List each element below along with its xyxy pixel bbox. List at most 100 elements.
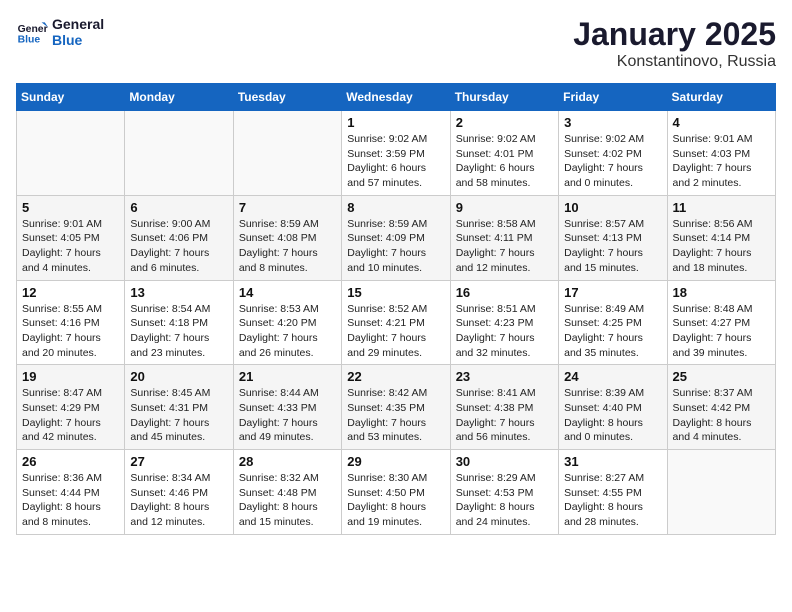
- day-info: Sunrise: 9:02 AM Sunset: 4:02 PM Dayligh…: [564, 132, 661, 191]
- day-info: Sunrise: 9:00 AM Sunset: 4:06 PM Dayligh…: [130, 217, 227, 276]
- logo: General Blue General Blue: [16, 16, 104, 48]
- day-info: Sunrise: 9:02 AM Sunset: 4:01 PM Dayligh…: [456, 132, 553, 191]
- day-number: 21: [239, 369, 336, 384]
- day-info: Sunrise: 8:52 AM Sunset: 4:21 PM Dayligh…: [347, 302, 444, 361]
- day-number: 25: [673, 369, 770, 384]
- day-info: Sunrise: 8:54 AM Sunset: 4:18 PM Dayligh…: [130, 302, 227, 361]
- calendar: SundayMondayTuesdayWednesdayThursdayFrid…: [16, 83, 776, 535]
- day-info: Sunrise: 8:56 AM Sunset: 4:14 PM Dayligh…: [673, 217, 770, 276]
- calendar-cell: 3 Sunrise: 9:02 AM Sunset: 4:02 PM Daylig…: [559, 111, 667, 196]
- week-row-4: 19Sunrise: 8:47 AM Sunset: 4:29 PM Dayli…: [17, 365, 776, 450]
- day-info: Sunrise: 8:55 AM Sunset: 4:16 PM Dayligh…: [22, 302, 119, 361]
- day-info: Sunrise: 9:01 AM Sunset: 4:03 PM Dayligh…: [673, 132, 770, 191]
- calendar-cell: 4 Sunrise: 9:01 AM Sunset: 4:03 PM Daylig…: [667, 111, 775, 196]
- day-info: Sunrise: 8:41 AM Sunset: 4:38 PM Dayligh…: [456, 386, 553, 445]
- day-info: Sunrise: 8:45 AM Sunset: 4:31 PM Dayligh…: [130, 386, 227, 445]
- day-number: 10: [564, 200, 661, 215]
- day-number: 28: [239, 454, 336, 469]
- day-info: Sunrise: 9:02 AM Sunset: 3:59 PM Dayligh…: [347, 132, 444, 191]
- day-info: Sunrise: 8:59 AM Sunset: 4:08 PM Dayligh…: [239, 217, 336, 276]
- day-info: Sunrise: 8:36 AM Sunset: 4:44 PM Dayligh…: [22, 471, 119, 530]
- day-info: Sunrise: 8:34 AM Sunset: 4:46 PM Dayligh…: [130, 471, 227, 530]
- day-number: 1: [347, 115, 444, 130]
- calendar-cell: 5 Sunrise: 9:01 AM Sunset: 4:05 PM Daylig…: [17, 195, 125, 280]
- weekday-header-monday: Monday: [125, 84, 233, 111]
- calendar-cell: 20 Sunrise: 8:45 AM Sunset: 4:31 PM Dayli…: [125, 365, 233, 450]
- day-info: Sunrise: 8:57 AM Sunset: 4:13 PM Dayligh…: [564, 217, 661, 276]
- calendar-cell: 22Sunrise: 8:42 AM Sunset: 4:35 PM Dayli…: [342, 365, 450, 450]
- calendar-cell: 6Sunrise: 9:00 AM Sunset: 4:06 PM Daylig…: [125, 195, 233, 280]
- calendar-cell: [233, 111, 341, 196]
- day-number: 2: [456, 115, 553, 130]
- calendar-cell: 21 Sunrise: 8:44 AM Sunset: 4:33 PM Dayli…: [233, 365, 341, 450]
- day-number: 31: [564, 454, 661, 469]
- calendar-cell: 18 Sunrise: 8:48 AM Sunset: 4:27 PM Dayli…: [667, 280, 775, 365]
- day-info: Sunrise: 8:48 AM Sunset: 4:27 PM Dayligh…: [673, 302, 770, 361]
- calendar-cell: [125, 111, 233, 196]
- day-number: 14: [239, 285, 336, 300]
- day-number: 4: [673, 115, 770, 130]
- calendar-cell: 24Sunrise: 8:39 AM Sunset: 4:40 PM Dayli…: [559, 365, 667, 450]
- logo-line2: Blue: [52, 32, 104, 48]
- calendar-cell: 17Sunrise: 8:49 AM Sunset: 4:25 PM Dayli…: [559, 280, 667, 365]
- calendar-cell: 27 Sunrise: 8:34 AM Sunset: 4:46 PM Dayli…: [125, 450, 233, 535]
- calendar-cell: 2 Sunrise: 9:02 AM Sunset: 4:01 PM Daylig…: [450, 111, 558, 196]
- calendar-cell: 29Sunrise: 8:30 AM Sunset: 4:50 PM Dayli…: [342, 450, 450, 535]
- calendar-cell: 25 Sunrise: 8:37 AM Sunset: 4:42 PM Dayli…: [667, 365, 775, 450]
- svg-text:General: General: [18, 24, 48, 35]
- day-info: Sunrise: 9:01 AM Sunset: 4:05 PM Dayligh…: [22, 217, 119, 276]
- day-number: 27: [130, 454, 227, 469]
- day-number: 7: [239, 200, 336, 215]
- calendar-cell: 10 Sunrise: 8:57 AM Sunset: 4:13 PM Dayli…: [559, 195, 667, 280]
- day-number: 22: [347, 369, 444, 384]
- subtitle: Konstantinovo, Russia: [573, 53, 776, 71]
- main-title: January 2025: [573, 16, 776, 53]
- week-row-3: 12 Sunrise: 8:55 AM Sunset: 4:16 PM Dayli…: [17, 280, 776, 365]
- week-row-1: 1 Sunrise: 9:02 AM Sunset: 3:59 PM Daylig…: [17, 111, 776, 196]
- day-number: 11: [673, 200, 770, 215]
- day-info: Sunrise: 8:49 AM Sunset: 4:25 PM Dayligh…: [564, 302, 661, 361]
- day-number: 20: [130, 369, 227, 384]
- day-number: 13: [130, 285, 227, 300]
- day-number: 18: [673, 285, 770, 300]
- page-header: General Blue General Blue January 2025 K…: [16, 16, 776, 71]
- day-number: 24: [564, 369, 661, 384]
- calendar-cell: 7 Sunrise: 8:59 AM Sunset: 4:08 PM Daylig…: [233, 195, 341, 280]
- day-number: 16: [456, 285, 553, 300]
- title-block: January 2025 Konstantinovo, Russia: [573, 16, 776, 71]
- weekday-header-thursday: Thursday: [450, 84, 558, 111]
- logo-icon: General Blue: [16, 16, 48, 48]
- week-row-5: 26 Sunrise: 8:36 AM Sunset: 4:44 PM Dayli…: [17, 450, 776, 535]
- day-number: 9: [456, 200, 553, 215]
- day-number: 26: [22, 454, 119, 469]
- calendar-cell: [667, 450, 775, 535]
- calendar-cell: 28Sunrise: 8:32 AM Sunset: 4:48 PM Dayli…: [233, 450, 341, 535]
- day-number: 23: [456, 369, 553, 384]
- calendar-cell: 9Sunrise: 8:58 AM Sunset: 4:11 PM Daylig…: [450, 195, 558, 280]
- calendar-cell: 12 Sunrise: 8:55 AM Sunset: 4:16 PM Dayli…: [17, 280, 125, 365]
- weekday-header-tuesday: Tuesday: [233, 84, 341, 111]
- day-info: Sunrise: 8:44 AM Sunset: 4:33 PM Dayligh…: [239, 386, 336, 445]
- calendar-cell: 19Sunrise: 8:47 AM Sunset: 4:29 PM Dayli…: [17, 365, 125, 450]
- calendar-cell: 1 Sunrise: 9:02 AM Sunset: 3:59 PM Daylig…: [342, 111, 450, 196]
- calendar-cell: [17, 111, 125, 196]
- day-number: 5: [22, 200, 119, 215]
- day-number: 8: [347, 200, 444, 215]
- day-info: Sunrise: 8:37 AM Sunset: 4:42 PM Dayligh…: [673, 386, 770, 445]
- day-number: 19: [22, 369, 119, 384]
- calendar-cell: 26 Sunrise: 8:36 AM Sunset: 4:44 PM Dayli…: [17, 450, 125, 535]
- weekday-header-sunday: Sunday: [17, 84, 125, 111]
- calendar-cell: 14Sunrise: 8:53 AM Sunset: 4:20 PM Dayli…: [233, 280, 341, 365]
- day-number: 3: [564, 115, 661, 130]
- calendar-cell: 16Sunrise: 8:51 AM Sunset: 4:23 PM Dayli…: [450, 280, 558, 365]
- calendar-cell: 15 Sunrise: 8:52 AM Sunset: 4:21 PM Dayli…: [342, 280, 450, 365]
- day-number: 12: [22, 285, 119, 300]
- day-number: 15: [347, 285, 444, 300]
- weekday-header-friday: Friday: [559, 84, 667, 111]
- weekday-header-row: SundayMondayTuesdayWednesdayThursdayFrid…: [17, 84, 776, 111]
- day-info: Sunrise: 8:59 AM Sunset: 4:09 PM Dayligh…: [347, 217, 444, 276]
- calendar-cell: 8 Sunrise: 8:59 AM Sunset: 4:09 PM Daylig…: [342, 195, 450, 280]
- weekday-header-saturday: Saturday: [667, 84, 775, 111]
- calendar-cell: 31 Sunrise: 8:27 AM Sunset: 4:55 PM Dayli…: [559, 450, 667, 535]
- day-info: Sunrise: 8:27 AM Sunset: 4:55 PM Dayligh…: [564, 471, 661, 530]
